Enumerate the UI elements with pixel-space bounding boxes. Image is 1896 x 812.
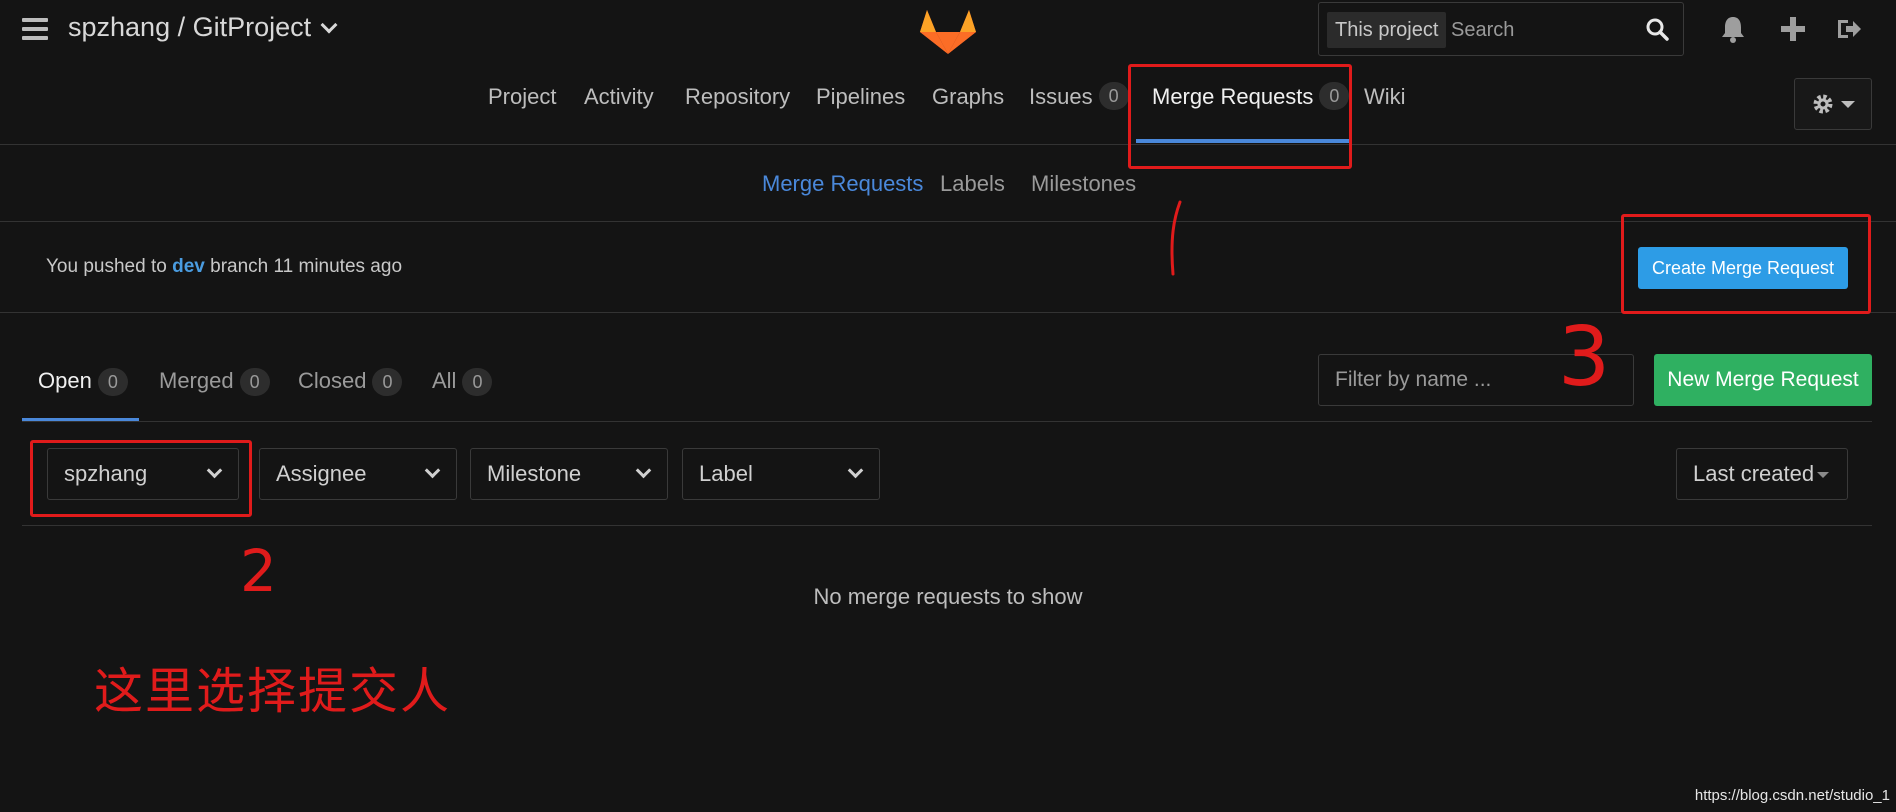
- subnav-merge-requests[interactable]: Merge Requests: [762, 171, 923, 197]
- merged-count-badge: 0: [239, 368, 270, 396]
- annotation-number-2: 2: [240, 537, 277, 605]
- subnav-labels[interactable]: Labels: [940, 171, 1005, 197]
- bell-icon[interactable]: [1718, 14, 1748, 44]
- milestone-dropdown[interactable]: Milestone: [470, 448, 668, 500]
- branch-link[interactable]: dev: [172, 256, 205, 277]
- chevron-down-icon: [847, 462, 864, 479]
- new-merge-request-button[interactable]: New Merge Request: [1654, 354, 1872, 406]
- chevron-down-icon: [424, 462, 441, 479]
- settings-dropdown-button[interactable]: [1794, 78, 1872, 130]
- sort-dropdown[interactable]: Last created: [1676, 448, 1848, 500]
- annotation-box-merge-requests-tab: [1128, 64, 1352, 169]
- nav-repository[interactable]: Repository: [685, 84, 790, 144]
- nav-activity[interactable]: Activity: [584, 84, 654, 144]
- push-banner-text: You pushed to dev branch 11 minutes ago: [46, 256, 403, 277]
- label-dropdown[interactable]: Label: [682, 448, 880, 500]
- tab-open[interactable]: Open 0: [38, 368, 128, 396]
- all-count-badge: 0: [462, 368, 493, 396]
- annotation-box-author-dropdown: [30, 440, 252, 517]
- nav-graphs[interactable]: Graphs: [932, 84, 1004, 144]
- annotation-mark-1: [1170, 200, 1182, 276]
- sub-nav: Merge Requests Labels Milestones: [0, 145, 1896, 222]
- empty-state-message: No merge requests to show: [813, 584, 1083, 609]
- search-icon[interactable]: [1645, 17, 1669, 41]
- menu-icon[interactable]: [22, 18, 48, 40]
- issues-count-badge: 0: [1098, 82, 1129, 110]
- sign-out-icon[interactable]: [1834, 14, 1864, 44]
- divider: [22, 421, 1872, 422]
- chevron-down-icon: [635, 462, 652, 479]
- project-nav: Project Activity Repository Pipelines Gr…: [0, 82, 1896, 144]
- open-count-badge: 0: [97, 368, 128, 396]
- tab-all[interactable]: All 0: [432, 368, 493, 396]
- annotation-box-create-button: [1621, 214, 1871, 314]
- assignee-dropdown[interactable]: Assignee: [259, 448, 457, 500]
- plus-icon[interactable]: [1778, 14, 1808, 44]
- annotation-note: 这里选择提交人: [94, 663, 452, 720]
- divider: [22, 525, 1872, 526]
- chevron-down-icon[interactable]: [320, 16, 338, 33]
- project-breadcrumb[interactable]: spzhang / GitProject: [68, 12, 338, 43]
- gear-icon: [1813, 94, 1833, 114]
- search-input[interactable]: [1451, 12, 1631, 48]
- nav-pipelines[interactable]: Pipelines: [816, 84, 905, 144]
- top-header: spzhang / GitProject This project Projec…: [0, 0, 1896, 145]
- tab-merged[interactable]: Merged 0: [159, 368, 270, 396]
- nav-project[interactable]: Project: [488, 84, 556, 144]
- subnav-milestones[interactable]: Milestones: [1031, 171, 1136, 197]
- annotation-number-3: 3: [1558, 310, 1611, 405]
- nav-wiki[interactable]: Wiki: [1364, 84, 1406, 144]
- caret-down-icon: [1817, 472, 1829, 478]
- tab-closed[interactable]: Closed 0: [298, 368, 403, 396]
- nav-issues[interactable]: Issues 0: [1029, 82, 1129, 144]
- gitlab-logo[interactable]: [918, 2, 978, 56]
- push-banner: You pushed to dev branch 11 minutes ago …: [0, 222, 1896, 313]
- caret-down-icon: [1841, 100, 1855, 108]
- watermark: https://blog.csdn.net/studio_1: [1694, 787, 1890, 804]
- project-path-label[interactable]: spzhang / GitProject: [68, 12, 311, 43]
- search-box[interactable]: This project: [1318, 2, 1684, 56]
- closed-count-badge: 0: [372, 368, 403, 396]
- search-scope-badge[interactable]: This project: [1327, 12, 1447, 48]
